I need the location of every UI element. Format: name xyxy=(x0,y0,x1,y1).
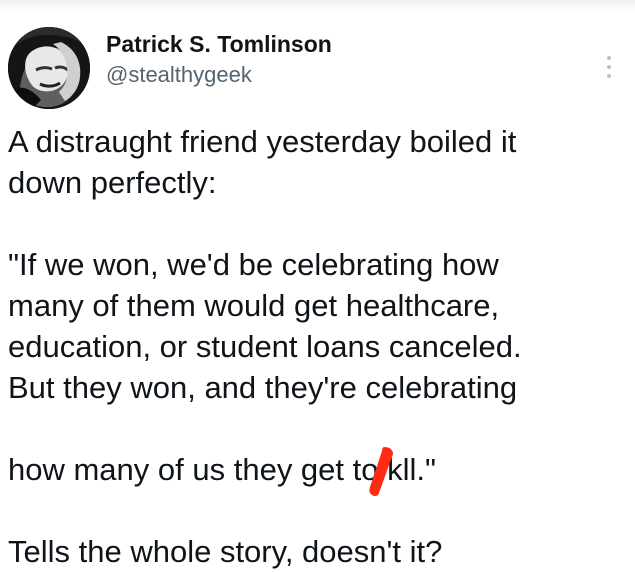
red-slash-icon xyxy=(369,447,393,497)
quote-line-5-end: ll." xyxy=(402,452,437,487)
closing-line: Tells the whole story, doesn't it? xyxy=(8,534,443,569)
intro-line-2: down perfectly: xyxy=(8,165,217,200)
tweet-header: Patrick S. Tomlinson @stealthygeek xyxy=(8,23,627,109)
author-handle[interactable]: @stealthygeek xyxy=(106,62,332,88)
quote-line-3: education, or student loans canceled. xyxy=(8,329,522,364)
tweet-text: A distraught friend yesterday boiled it … xyxy=(8,121,608,572)
top-shadow xyxy=(0,0,635,12)
quote-line-4: But they won, and they're celebrating xyxy=(8,370,518,405)
author-name[interactable]: Patrick S. Tomlinson xyxy=(106,31,332,59)
quote-line-5-start: how many of us they get to k xyxy=(8,452,403,487)
avatar[interactable] xyxy=(8,27,90,109)
quote-line-1: "If we won, we'd be celebrating how xyxy=(8,247,499,282)
tweet-card: Patrick S. Tomlinson @stealthygeek A dis… xyxy=(0,0,635,569)
quote-line-5: how many of us they get to k ll." xyxy=(8,408,608,497)
author-info: Patrick S. Tomlinson @stealthygeek xyxy=(106,31,332,88)
intro-line-1: A distraught friend yesterday boiled it xyxy=(8,124,517,159)
paragraph-spacer-2 xyxy=(8,490,608,531)
more-vertical-icon[interactable] xyxy=(601,56,617,82)
quote-line-2: many of them would get healthcare, xyxy=(8,288,500,323)
avatar-image xyxy=(8,27,90,109)
